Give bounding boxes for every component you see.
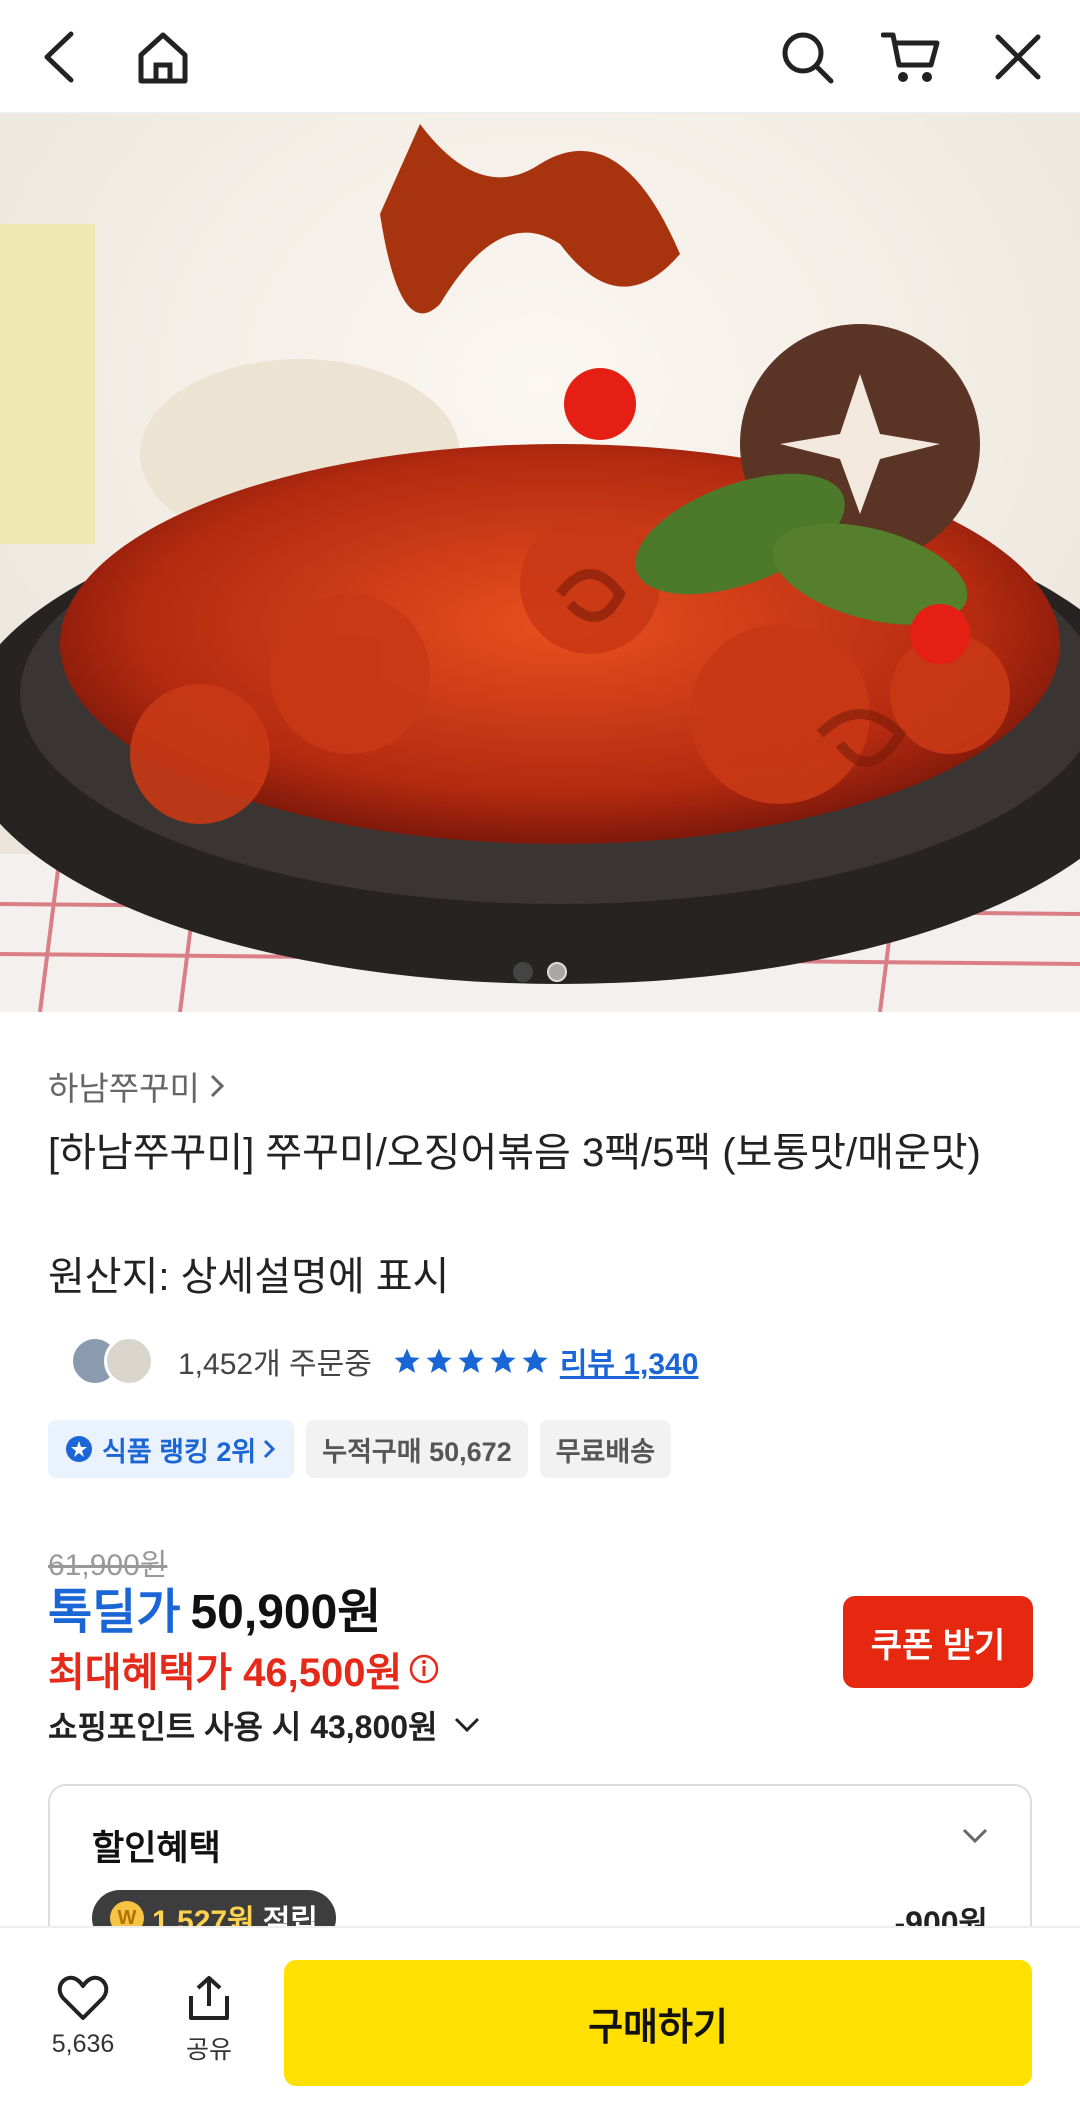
rating-stars: [392, 1346, 550, 1376]
chevron-down-icon: [454, 1717, 479, 1733]
ranking-label: 식품 랭킹 2위: [102, 1436, 257, 1467]
deal-price: 50,900원: [190, 1586, 382, 1639]
like-button[interactable]: 5,636: [38, 1974, 128, 2059]
discount-title: 할인혜택: [92, 1829, 221, 1868]
brand-name: 하남쭈꾸미: [48, 1070, 200, 1107]
top-nav-bar: [0, 0, 1080, 114]
brand-link[interactable]: 하남쭈꾸미: [48, 1062, 228, 1110]
like-count: 5,636: [51, 2030, 115, 2058]
share-button[interactable]: 공유: [164, 1974, 254, 2066]
chevron-right-icon: [210, 1074, 224, 1098]
purchase-stats: 1,452개 주문중 리뷰 1,340: [70, 1334, 698, 1388]
chevron-right-icon: [264, 1439, 276, 1459]
close-icon[interactable]: [983, 22, 1053, 92]
star-icon: [426, 1348, 452, 1373]
buy-button[interactable]: 구매하기: [284, 1960, 1032, 2086]
back-icon[interactable]: [24, 22, 94, 92]
carousel-dot[interactable]: [513, 962, 533, 982]
product-badges: 식품 랭킹 2위 누적구매 50,672 무료배송: [48, 1420, 672, 1478]
share-icon: [189, 1976, 229, 2020]
product-image-carousel[interactable]: [0, 114, 1080, 1012]
star-icon: [458, 1348, 484, 1373]
product-photo: [0, 114, 1080, 1012]
cart-icon[interactable]: [876, 22, 946, 92]
bottom-action-bar: 5,636 공유 구매하기: [0, 1926, 1080, 2115]
points-price-label: 쇼핑포인트 사용 시 43,800원: [48, 1709, 438, 1745]
heart-icon: [57, 1975, 109, 2020]
product-title: [하남쭈꾸미] 쭈꾸미/오징어볶음 3팩/5팩 (보통맛/매운맛): [48, 1131, 981, 1175]
review-link[interactable]: 리뷰 1,340: [560, 1339, 699, 1383]
buyer-avatars: [70, 1334, 158, 1388]
carousel-indicator: [0, 962, 1080, 982]
carousel-dot[interactable]: [547, 962, 567, 982]
search-icon[interactable]: [772, 22, 842, 92]
ranking-icon: [66, 1436, 92, 1462]
deal-label: 톡딜가: [48, 1586, 181, 1639]
star-icon: [394, 1348, 420, 1373]
deal-price-row: 톡딜가 50,900원: [48, 1572, 381, 1642]
max-benefit-price: 최대혜택가 46,500원: [48, 1640, 440, 1698]
shopping-points-price[interactable]: 쇼핑포인트 사용 시 43,800원: [48, 1702, 482, 1748]
share-label: 공유: [185, 2036, 232, 2064]
star-icon: [490, 1348, 516, 1373]
order-count: 1,452개 주문중: [178, 1348, 372, 1381]
info-icon[interactable]: [408, 1653, 440, 1685]
get-coupon-button[interactable]: 쿠폰 받기: [843, 1596, 1033, 1688]
free-shipping-badge: 무료배송: [539, 1420, 672, 1478]
ranking-badge[interactable]: 식품 랭킹 2위: [48, 1420, 295, 1478]
cumulative-purchase-badge: 누적구매 50,672: [306, 1420, 528, 1478]
max-benefit-label: 최대혜택가 46,500원: [48, 1651, 403, 1695]
avatar: [104, 1336, 154, 1386]
star-icon: [522, 1348, 548, 1373]
home-icon[interactable]: [128, 22, 198, 92]
chevron-down-icon[interactable]: [960, 1820, 990, 1850]
product-origin: 원산지: 상세설명에 표시: [48, 1255, 450, 1299]
